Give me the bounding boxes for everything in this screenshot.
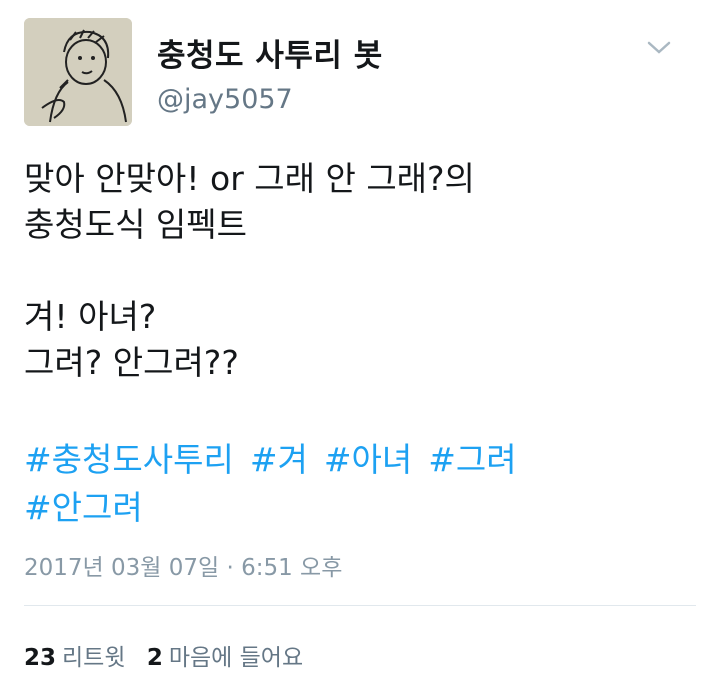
hashtag-link[interactable]: #아녀 <box>324 440 412 479</box>
chevron-down-icon[interactable] <box>646 38 672 58</box>
display-name[interactable]: 충청도 사투리 봇 <box>157 30 383 75</box>
retweets-label: 리트윗 <box>62 645 126 671</box>
likes-count: 2 <box>146 645 163 671</box>
tweet-text: 맞아 안맞아! or 그래 안 그래?의 충청도식 임펙트 겨! 아녀? 그려?… <box>24 156 704 386</box>
retweets-stat[interactable]: 23 리트윗 <box>24 645 126 671</box>
tweet-line <box>24 248 704 294</box>
tweet-line: 맞아 안맞아! or 그래 안 그래?의 <box>24 159 475 198</box>
tweet-line: 그려? 안그려?? <box>24 343 239 382</box>
avatar[interactable] <box>24 18 132 126</box>
tweet-timestamp[interactable]: 2017년 03월 07일 · 6:51 오후 <box>24 548 342 582</box>
hashtag-link[interactable]: #그려 <box>428 440 516 479</box>
hashtag-list: #충청도사투리 #겨 #아녀 #그려 #안그려 <box>24 436 704 532</box>
hashtag-link[interactable]: #안그려 <box>24 488 143 527</box>
likes-label: 마음에 들어요 <box>168 645 304 671</box>
user-handle[interactable]: @jay5057 <box>157 84 293 115</box>
sketch-avatar-icon <box>24 18 132 126</box>
tweet-line: 겨! 아녀? <box>24 297 157 336</box>
hashtag-link[interactable]: #겨 <box>250 440 308 479</box>
tweet-stats: 23 리트윗 2 마음에 들어요 <box>24 638 317 672</box>
divider <box>24 605 696 606</box>
likes-stat[interactable]: 2 마음에 들어요 <box>147 645 303 671</box>
tweet-line: 충청도식 임펙트 <box>24 205 248 244</box>
hashtag-link[interactable]: #충청도사투리 <box>24 440 234 479</box>
retweets-count: 23 <box>24 645 57 671</box>
